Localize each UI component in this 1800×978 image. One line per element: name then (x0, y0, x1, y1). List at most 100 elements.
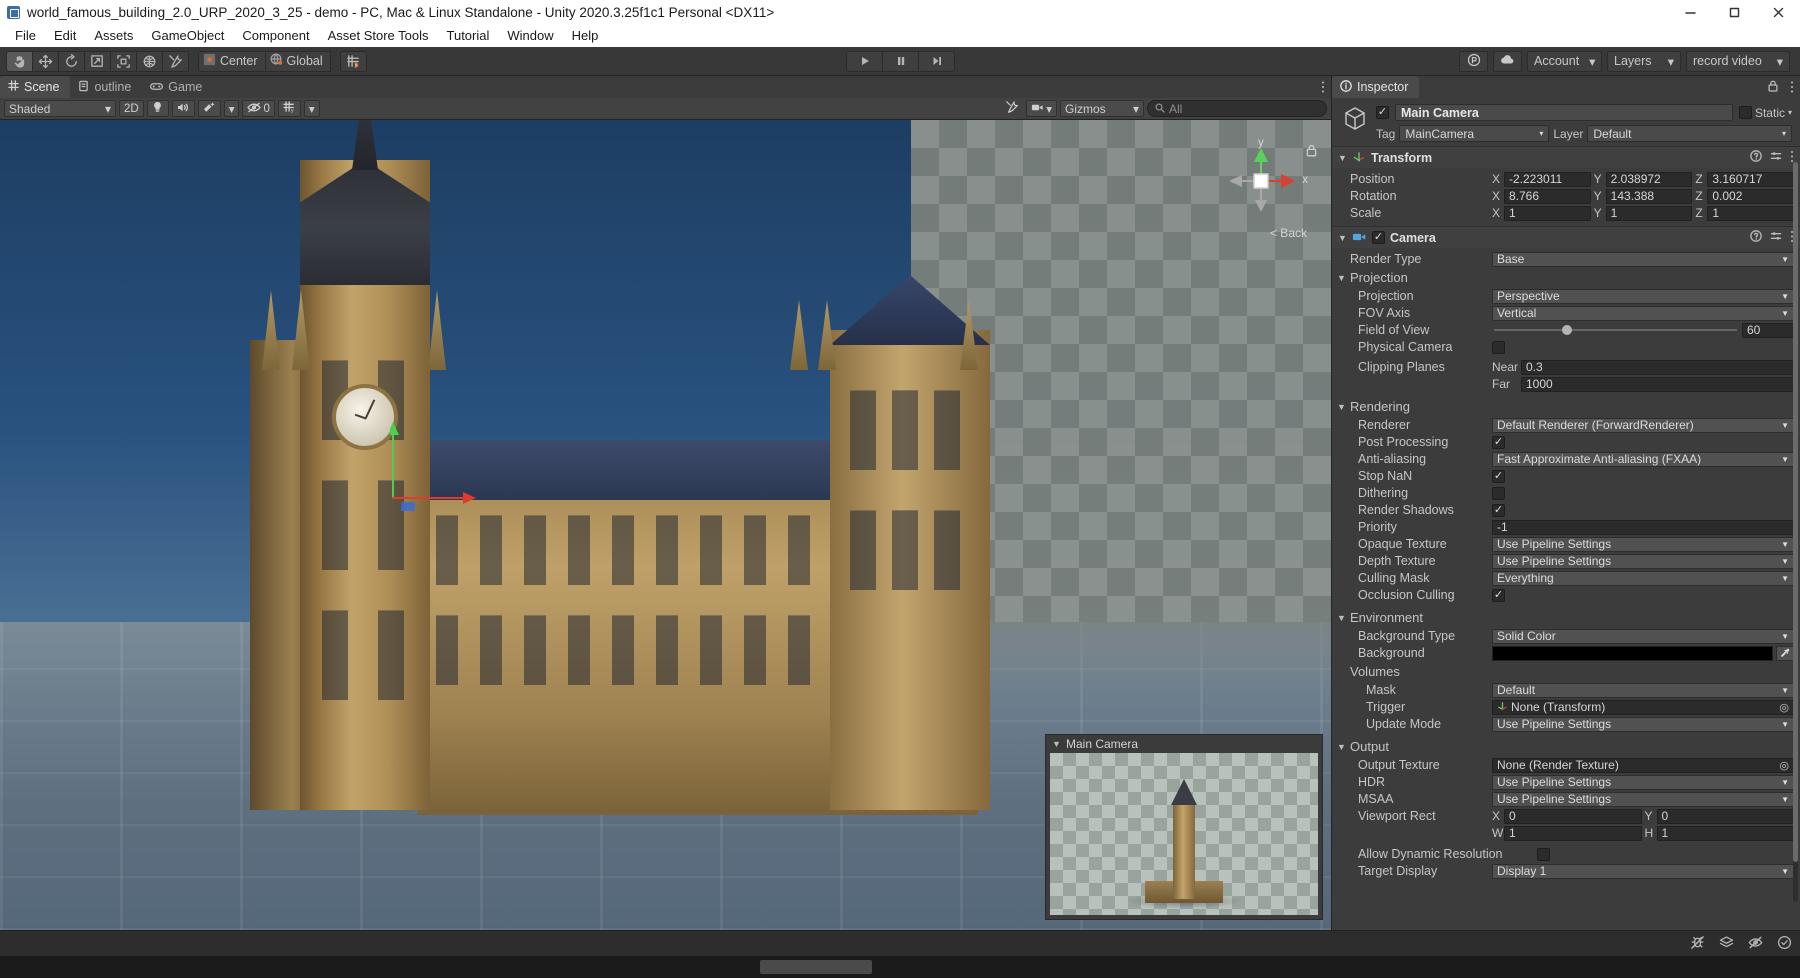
field-of-view-input[interactable]: 60 (1742, 322, 1794, 338)
viewport-h-input[interactable]: 1 (1656, 825, 1794, 841)
scene-tools-button[interactable] (1001, 100, 1023, 117)
custom-tool-button[interactable] (162, 50, 189, 72)
scale-x-input[interactable]: 1 (1504, 205, 1591, 221)
viewport-y-input[interactable]: 0 (1656, 808, 1794, 824)
inspector-scrollbar-thumb[interactable] (1793, 162, 1798, 862)
tag-dropdown[interactable]: MainCamera ▾ (1399, 125, 1550, 142)
chevron-down-icon[interactable]: ▼ (1338, 233, 1347, 243)
projection-dropdown[interactable]: Perspective ▼ (1492, 288, 1794, 304)
field-of-view-slider[interactable] (1492, 323, 1739, 338)
inspector-scrollbar[interactable] (1793, 162, 1798, 902)
hand-tool-button[interactable] (6, 50, 33, 72)
transform-component-header[interactable]: ▼ Transform (1332, 147, 1800, 168)
scene-lighting-button[interactable] (146, 100, 169, 117)
menu-asset-store-tools[interactable]: Asset Store Tools (319, 26, 438, 45)
menu-component[interactable]: Component (233, 26, 318, 45)
update-mode-dropdown[interactable]: Use Pipeline Settings ▼ (1492, 716, 1794, 732)
pivot-space-button[interactable]: Global (264, 50, 331, 72)
collab-button[interactable] (1459, 50, 1488, 72)
scale-z-input[interactable]: 1 (1707, 205, 1795, 221)
chevron-down-icon[interactable]: ▼ (1338, 153, 1347, 163)
toggle-2d-button[interactable]: 2D (119, 100, 144, 117)
background-type-dropdown[interactable]: Solid Color ▼ (1492, 628, 1794, 644)
menu-help[interactable]: Help (563, 26, 608, 45)
layers-stack-icon[interactable] (1719, 935, 1734, 953)
play-button[interactable] (846, 50, 883, 72)
tab-outline[interactable]: outline (70, 76, 142, 98)
menu-edit[interactable]: Edit (45, 26, 85, 45)
scene-view-orientation-gizmo[interactable]: y x (1217, 137, 1308, 224)
tab-game[interactable]: Game (142, 76, 213, 98)
scene-audio-button[interactable] (171, 100, 195, 117)
layer-dropdown[interactable]: Default ▾ (1587, 125, 1792, 142)
account-dropdown[interactable]: Account ▾ (1527, 50, 1602, 72)
object-picker-icon[interactable]: ◎ (1779, 701, 1789, 714)
eye-off-icon[interactable] (1748, 935, 1763, 953)
taskbar-item[interactable] (760, 960, 872, 974)
render-type-dropdown[interactable]: Base ▼ (1492, 251, 1794, 267)
scene-camera-button[interactable]: ▾ (1026, 100, 1057, 117)
scene-fx-dropdown[interactable]: ▾ (223, 100, 240, 117)
move-gizmo[interactable] (387, 420, 480, 515)
fov-axis-dropdown[interactable]: Vertical ▼ (1492, 305, 1794, 321)
menu-assets[interactable]: Assets (85, 26, 142, 45)
msaa-dropdown[interactable]: Use Pipeline Settings ▼ (1492, 791, 1794, 807)
slider-knob[interactable] (1562, 325, 1573, 335)
rect-tool-button[interactable] (110, 50, 137, 72)
scene-panel-menu-button[interactable] (1321, 80, 1325, 97)
environment-section-header[interactable]: ▼ Environment (1332, 609, 1794, 626)
tab-inspector[interactable]: Inspector (1332, 76, 1420, 98)
scale-tool-button[interactable] (84, 50, 111, 72)
clipping-near-input[interactable]: 0.3 (1521, 359, 1794, 375)
menu-window[interactable]: Window (498, 26, 562, 45)
help-icon[interactable] (1750, 230, 1762, 245)
rotation-z-input[interactable]: 0.002 (1707, 188, 1795, 204)
chevron-down-icon[interactable]: ▼ (1337, 742, 1346, 752)
projection-section-header[interactable]: ▼ Projection (1332, 269, 1794, 286)
inspector-scroll-area[interactable]: Main Camera Static ▾ Tag MainCamera (1332, 98, 1800, 930)
preset-icon[interactable] (1770, 150, 1782, 165)
allow-dynamic-resolution-checkbox[interactable] (1537, 847, 1550, 861)
antialiasing-dropdown[interactable]: Fast Approximate Anti-aliasing (FXAA) ▼ (1492, 451, 1794, 467)
mask-dropdown[interactable]: Default ▼ (1492, 682, 1794, 698)
chevron-down-icon[interactable]: ▼ (1337, 402, 1346, 412)
gizmos-dropdown[interactable]: Gizmos ▾ (1060, 100, 1144, 117)
scene-hidden-objects-button[interactable]: 0 (242, 100, 275, 117)
scene-fx-button[interactable] (197, 100, 221, 117)
close-button[interactable] (1756, 0, 1800, 24)
preset-icon[interactable] (1770, 230, 1782, 245)
static-checkbox[interactable] (1738, 106, 1752, 119)
scale-y-input[interactable]: 1 (1605, 205, 1693, 221)
scene-viewport[interactable]: y x < Back ▼ Main Camera (0, 120, 1331, 930)
move-tool-button[interactable] (32, 50, 59, 72)
minimize-button[interactable] (1668, 0, 1712, 24)
lock-icon[interactable] (1306, 144, 1317, 160)
position-z-input[interactable]: 3.160717 (1707, 171, 1795, 187)
hdr-dropdown[interactable]: Use Pipeline Settings ▼ (1492, 774, 1794, 790)
pause-button[interactable] (882, 50, 919, 72)
viewcube-perspective-label[interactable]: < Back (1270, 226, 1307, 240)
scene-grid-dropdown[interactable]: ▾ (303, 100, 320, 117)
menu-gameobject[interactable]: GameObject (142, 26, 233, 45)
draw-mode-dropdown[interactable]: Shaded ▾ (4, 100, 116, 117)
trigger-object-field[interactable]: None (Transform) ◎ (1492, 699, 1794, 715)
target-display-dropdown[interactable]: Display 1 ▼ (1492, 863, 1794, 879)
stop-nan-checkbox[interactable] (1492, 469, 1505, 483)
help-icon[interactable] (1750, 150, 1762, 165)
menu-file[interactable]: File (6, 26, 45, 45)
chevron-down-icon[interactable]: ▼ (1337, 613, 1346, 623)
gameobject-name-input[interactable]: Main Camera (1395, 104, 1733, 121)
maximize-button[interactable] (1712, 0, 1756, 24)
clipping-far-input[interactable]: 1000 (1521, 376, 1794, 392)
depth-texture-dropdown[interactable]: Use Pipeline Settings ▼ (1492, 553, 1794, 569)
dithering-checkbox[interactable] (1492, 486, 1505, 500)
position-y-input[interactable]: 2.038972 (1605, 171, 1693, 187)
eyedropper-icon[interactable] (1776, 645, 1794, 661)
tab-scene[interactable]: Scene (0, 76, 71, 98)
volumes-section-header[interactable]: Volumes (1332, 663, 1794, 680)
cloud-button[interactable] (1493, 50, 1522, 72)
scene-grid-visibility-button[interactable]: y (277, 100, 301, 117)
object-picker-icon[interactable]: ◎ (1779, 759, 1789, 772)
check-circle-icon[interactable] (1777, 935, 1792, 953)
culling-mask-dropdown[interactable]: Everything ▼ (1492, 570, 1794, 586)
